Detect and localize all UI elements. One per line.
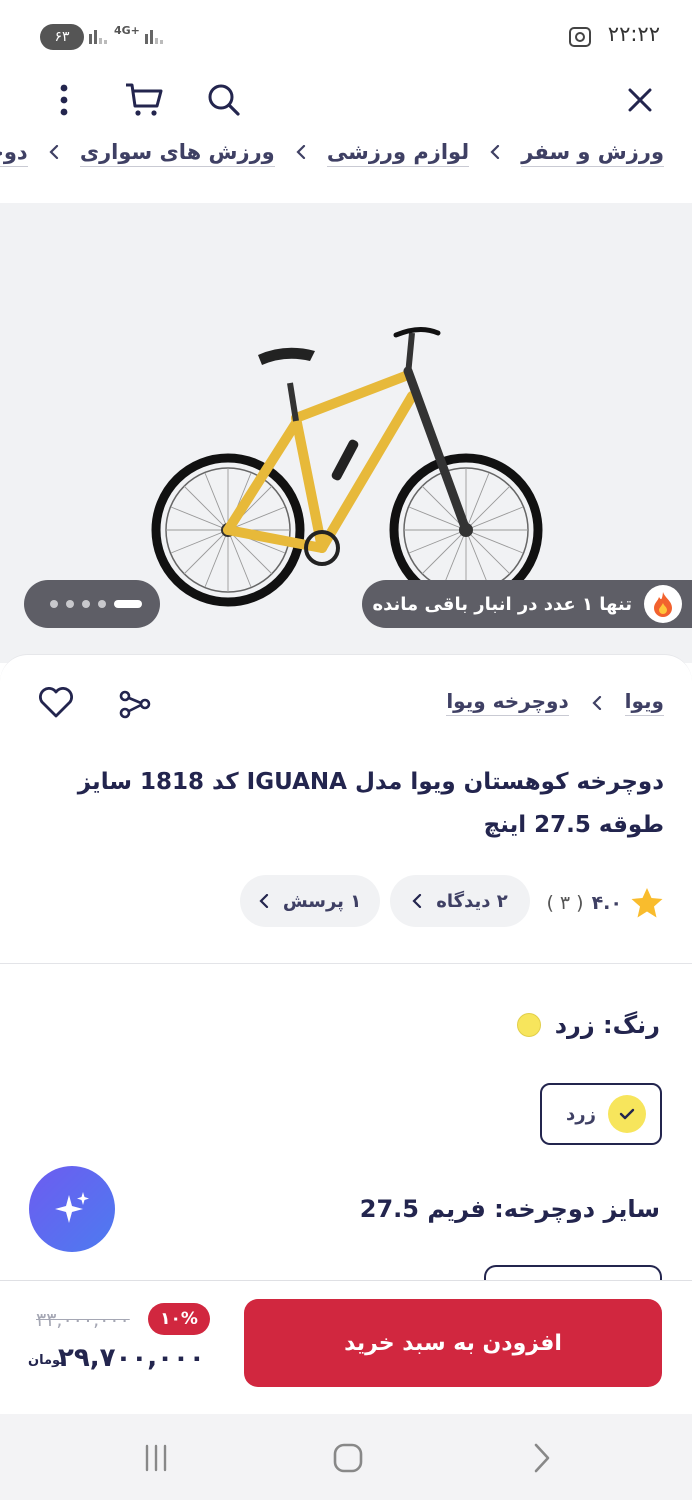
back-icon[interactable]	[520, 1438, 564, 1478]
color-heading-text: رنگ: زرد	[554, 1011, 660, 1039]
sparkle-icon	[55, 1192, 89, 1223]
rating-count: ( ۳ )	[546, 892, 584, 914]
chevron-left-icon	[412, 894, 422, 908]
close-icon[interactable]	[618, 78, 662, 122]
chevron-left-icon	[592, 691, 602, 715]
discount-badge: ۱۰%	[148, 1303, 210, 1335]
divider	[0, 963, 692, 964]
breadcrumb-item[interactable]: ورزش و سفر	[521, 140, 664, 167]
product-meta-row: ۴.۰ ( ۳ ) ۲ دیدگاه ۱ پرسش	[0, 875, 692, 939]
rating: ۴.۰ ( ۳ )	[546, 887, 664, 919]
old-price: ۳۳,۰۰۰,۰۰۰	[36, 1309, 130, 1331]
gallery-dot[interactable]	[66, 600, 74, 608]
more-menu-icon[interactable]	[42, 78, 86, 122]
breadcrumb-item[interactable]: لوازم ورزشی	[326, 140, 470, 167]
color-option-label: زرد	[566, 1103, 596, 1125]
stock-notice: تنها ۱ عدد در انبار باقی مانده	[362, 580, 692, 628]
recent-apps-icon[interactable]	[134, 1438, 178, 1478]
purchase-bar: افزودن به سبد خرید ۳۳,۰۰۰,۰۰۰ ۱۰% ۲۹,۷۰۰…	[0, 1280, 692, 1414]
gallery-dot-active[interactable]	[114, 600, 142, 608]
stock-notice-text: تنها ۱ عدد در انبار باقی مانده	[372, 593, 632, 615]
fire-icon	[644, 585, 682, 623]
network-type: 4G+	[114, 24, 140, 37]
color-heading: رنگ: زرد	[516, 1011, 660, 1039]
signal-icon	[88, 26, 108, 48]
home-icon[interactable]	[326, 1438, 370, 1478]
ai-assistant-button[interactable]	[29, 1166, 115, 1252]
share-icon[interactable]	[118, 687, 152, 725]
star-icon	[631, 888, 663, 918]
signal-icon-2	[144, 26, 164, 48]
search-icon[interactable]	[202, 78, 246, 122]
reviews-label: ۲ دیدگاه	[436, 890, 508, 912]
add-to-cart-button[interactable]: افزودن به سبد خرید	[244, 1299, 662, 1387]
currency-label: تومان	[28, 1353, 66, 1368]
heart-icon[interactable]	[38, 687, 74, 723]
product-title: دوچرخه کوهستان ویوا مدل IGUANA کد 1818 س…	[77, 769, 664, 838]
screen-record-icon	[568, 26, 592, 52]
reviews-chip[interactable]: ۲ دیدگاه	[390, 875, 530, 927]
brand-breadcrumb: ویوا دوچرخه ویوا	[446, 689, 664, 716]
size-heading: سایز دوچرخه: فریم 27.5	[359, 1195, 660, 1223]
breadcrumb-item[interactable]: دوچرخه سواری	[0, 140, 28, 167]
category-link[interactable]: دوچرخه ویوا	[446, 689, 569, 716]
cart-icon[interactable]	[122, 78, 166, 122]
product-gallery[interactable]: تنها ۱ عدد در انبار باقی مانده	[0, 203, 692, 663]
brand-link[interactable]: ویوا	[624, 689, 664, 716]
gallery-pagination[interactable]	[24, 580, 160, 628]
system-nav-bar	[0, 1414, 692, 1500]
gallery-dot[interactable]	[98, 600, 106, 608]
questions-label: ۱ پرسش	[282, 890, 362, 912]
chevron-left-icon	[259, 894, 268, 908]
gallery-dot[interactable]	[50, 600, 58, 608]
chevron-left-icon	[490, 144, 500, 163]
gallery-dot[interactable]	[82, 600, 90, 608]
questions-chip[interactable]: ۱ پرسش	[240, 875, 380, 927]
status-time: ۲۲:۲۲	[607, 22, 660, 46]
chevron-left-icon	[296, 144, 306, 163]
check-icon	[608, 1095, 646, 1133]
chevron-left-icon	[49, 144, 59, 163]
rating-value: ۴.۰	[591, 892, 622, 914]
breadcrumb: ورزش و سفر لوازم ورزشی ورزش های سواری دو…	[0, 140, 692, 196]
final-price: ۲۹,۷۰۰,۰۰۰	[58, 1343, 205, 1373]
breadcrumb-item[interactable]: ورزش های سواری	[79, 140, 275, 167]
status-bar: ۲۲:۲۲ ۶۳ 4G+	[0, 0, 692, 70]
top-bar	[0, 70, 692, 130]
selected-color-swatch	[516, 1013, 541, 1037]
color-option-yellow[interactable]: زرد	[540, 1083, 662, 1145]
battery-indicator: ۶۳	[40, 24, 84, 50]
